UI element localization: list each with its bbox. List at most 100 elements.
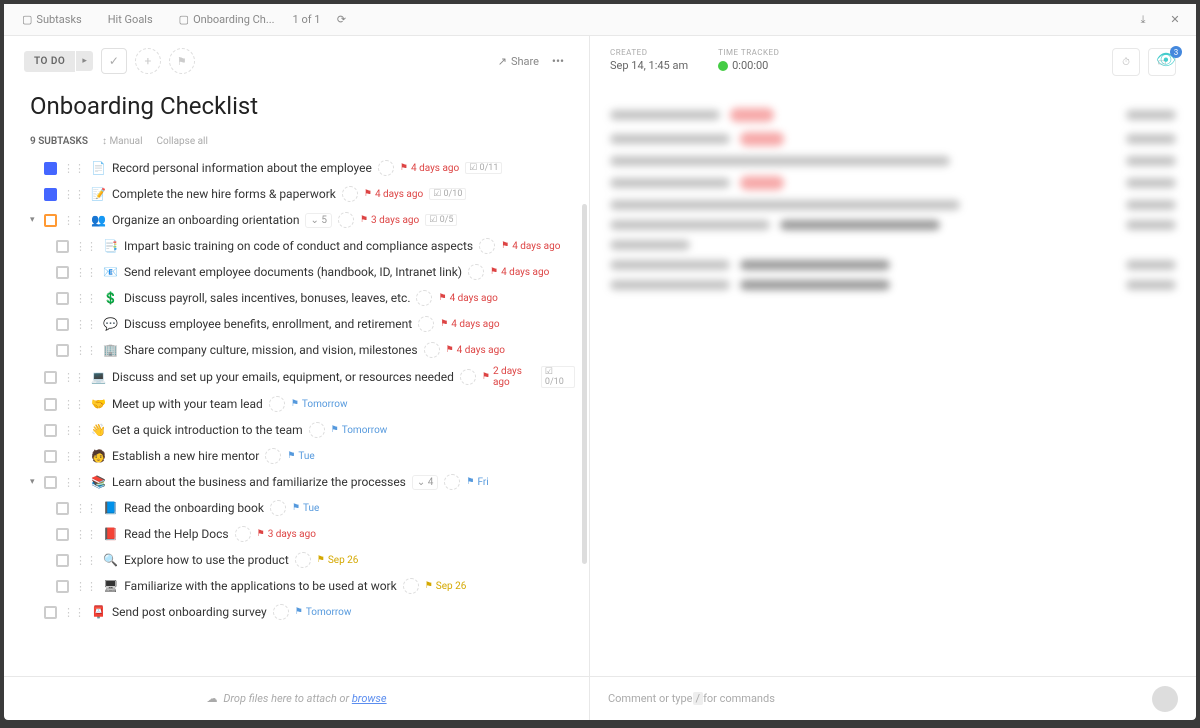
- refresh-icon[interactable]: ⟳: [330, 9, 352, 31]
- drag-handle[interactable]: ⋮⋮: [63, 371, 85, 384]
- due-flag[interactable]: ⚑Fri: [466, 477, 488, 488]
- drag-handle[interactable]: ⋮⋮: [63, 476, 85, 489]
- due-flag[interactable]: ⚑4 days ago: [400, 163, 459, 174]
- task-row[interactable]: ⋮⋮🏢Share company culture, mission, and v…: [30, 337, 575, 363]
- task-title[interactable]: Organize an onboarding orientation: [112, 213, 300, 227]
- due-flag[interactable]: ⚑Sep 26: [425, 581, 467, 592]
- assignee-slot[interactable]: [468, 264, 484, 280]
- task-row[interactable]: ⋮⋮🖥Familiarize with the applications to …: [30, 573, 575, 599]
- expand-caret[interactable]: ▾: [30, 477, 38, 487]
- priority-flag[interactable]: ⚑: [169, 48, 195, 74]
- task-checkbox[interactable]: [44, 424, 57, 437]
- task-checkbox[interactable]: [56, 502, 69, 515]
- task-row[interactable]: ⋮⋮💬Discuss employee benefits, enrollment…: [30, 311, 575, 337]
- assignee-slot[interactable]: [273, 604, 289, 620]
- task-checkbox[interactable]: [44, 476, 57, 489]
- status-next[interactable]: ▸: [76, 51, 93, 71]
- drag-handle[interactable]: ⋮⋮: [63, 398, 85, 411]
- complete-button[interactable]: ✓: [101, 48, 127, 74]
- due-flag[interactable]: ⚑Tomorrow: [331, 425, 388, 436]
- close-icon[interactable]: ✕: [1164, 9, 1186, 31]
- due-flag[interactable]: ⚑4 days ago: [490, 267, 549, 278]
- task-title[interactable]: Send relevant employee documents (handbo…: [124, 265, 462, 279]
- assignee-slot[interactable]: [403, 578, 419, 594]
- drag-handle[interactable]: ⋮⋮: [75, 528, 97, 541]
- task-row[interactable]: ⋮⋮📝Complete the new hire forms & paperwo…: [30, 181, 575, 207]
- tab-onboarding[interactable]: ▢ Onboarding Ch...: [171, 10, 283, 29]
- assignee-slot[interactable]: [309, 422, 325, 438]
- subtask-badge[interactable]: ⌄ 5: [305, 213, 331, 228]
- drag-handle[interactable]: ⋮⋮: [75, 318, 97, 331]
- task-title[interactable]: Meet up with your team lead: [112, 397, 263, 411]
- due-flag[interactable]: ⚑4 days ago: [446, 345, 505, 356]
- due-flag[interactable]: ⚑4 days ago: [364, 189, 423, 200]
- subtask-badge[interactable]: ⌄ 4: [412, 475, 438, 490]
- assignee-slot[interactable]: [424, 342, 440, 358]
- attachment-drop[interactable]: ☁ Drop files here to attach or browse: [4, 677, 590, 720]
- task-title[interactable]: Familiarize with the applications to be …: [124, 579, 396, 593]
- drag-handle[interactable]: ⋮⋮: [75, 580, 97, 593]
- drag-handle[interactable]: ⋮⋮: [63, 188, 85, 201]
- tracked-value[interactable]: 0:00:00: [718, 59, 779, 72]
- assignee-slot[interactable]: [235, 526, 251, 542]
- assignee-slot[interactable]: [479, 238, 495, 254]
- assignee-slot[interactable]: [269, 396, 285, 412]
- task-checkbox[interactable]: [44, 398, 57, 411]
- drag-handle[interactable]: ⋮⋮: [75, 240, 97, 253]
- task-title[interactable]: Discuss and set up your emails, equipmen…: [112, 370, 454, 384]
- assignee-add[interactable]: +: [135, 48, 161, 74]
- drag-handle[interactable]: ⋮⋮: [75, 344, 97, 357]
- task-checkbox[interactable]: [56, 266, 69, 279]
- task-checkbox[interactable]: [56, 528, 69, 541]
- drag-handle[interactable]: ⋮⋮: [63, 214, 85, 227]
- drag-handle[interactable]: ⋮⋮: [75, 292, 97, 305]
- task-title[interactable]: Discuss employee benefits, enrollment, a…: [124, 317, 412, 331]
- assignee-slot[interactable]: [270, 500, 286, 516]
- drag-handle[interactable]: ⋮⋮: [75, 266, 97, 279]
- drag-handle[interactable]: ⋮⋮: [63, 606, 85, 619]
- due-flag[interactable]: ⚑3 days ago: [360, 215, 419, 226]
- task-row[interactable]: ⋮⋮📕Read the Help Docs⚑3 days ago: [30, 521, 575, 547]
- minimize-icon[interactable]: ⤓: [1132, 9, 1154, 31]
- task-checkbox[interactable]: [56, 318, 69, 331]
- assignee-slot[interactable]: [338, 212, 354, 228]
- share-button[interactable]: ↗ Share: [498, 55, 539, 68]
- task-row[interactable]: ⋮⋮👋Get a quick introduction to the team⚑…: [30, 417, 575, 443]
- watchers-icon[interactable]: 👁3: [1156, 50, 1176, 69]
- task-title[interactable]: Complete the new hire forms & paperwork: [112, 187, 336, 201]
- more-menu[interactable]: •••: [547, 50, 569, 72]
- task-checkbox[interactable]: [56, 580, 69, 593]
- task-row[interactable]: ⋮⋮📘Read the onboarding book⚑Tue: [30, 495, 575, 521]
- assignee-slot[interactable]: [295, 552, 311, 568]
- task-checkbox[interactable]: [44, 162, 57, 175]
- task-checkbox[interactable]: [44, 371, 57, 384]
- due-flag[interactable]: ⚑Tue: [292, 503, 319, 514]
- tab-hitgoals[interactable]: Hit Goals: [100, 10, 161, 29]
- page-title[interactable]: Onboarding Checklist: [4, 82, 589, 134]
- assignee-slot[interactable]: [444, 474, 460, 490]
- task-title[interactable]: Read the Help Docs: [124, 527, 229, 541]
- status-button[interactable]: TO DO: [24, 51, 75, 72]
- task-row[interactable]: ⋮⋮🤝Meet up with your team lead⚑Tomorrow: [30, 391, 575, 417]
- task-title[interactable]: Share company culture, mission, and visi…: [124, 343, 418, 357]
- task-row[interactable]: ⋮⋮🧑Establish a new hire mentor⚑Tue: [30, 443, 575, 469]
- drag-handle[interactable]: ⋮⋮: [63, 424, 85, 437]
- drag-handle[interactable]: ⋮⋮: [75, 502, 97, 515]
- task-row[interactable]: ⋮⋮📧Send relevant employee documents (han…: [30, 259, 575, 285]
- task-row[interactable]: ⋮⋮📄Record personal information about the…: [30, 155, 575, 181]
- sort-manual[interactable]: ↕ Manual: [102, 136, 143, 147]
- assignee-slot[interactable]: [460, 369, 476, 385]
- drag-handle[interactable]: ⋮⋮: [75, 554, 97, 567]
- task-title[interactable]: Impart basic training on code of conduct…: [124, 239, 473, 253]
- task-title[interactable]: Send post onboarding survey: [112, 605, 267, 619]
- task-row[interactable]: ▾⋮⋮📚Learn about the business and familia…: [30, 469, 575, 495]
- task-title[interactable]: Establish a new hire mentor: [112, 449, 259, 463]
- task-checkbox[interactable]: [56, 344, 69, 357]
- due-flag[interactable]: ⚑4 days ago: [440, 319, 499, 330]
- comment-input[interactable]: Comment or type / for commands: [590, 677, 1196, 720]
- task-row[interactable]: ▾⋮⋮👥Organize an onboarding orientation⌄ …: [30, 207, 575, 233]
- due-flag[interactable]: ⚑Tomorrow: [291, 399, 348, 410]
- task-row[interactable]: ⋮⋮📑Impart basic training on code of cond…: [30, 233, 575, 259]
- task-title[interactable]: Learn about the business and familiarize…: [112, 475, 406, 489]
- task-checkbox[interactable]: [44, 450, 57, 463]
